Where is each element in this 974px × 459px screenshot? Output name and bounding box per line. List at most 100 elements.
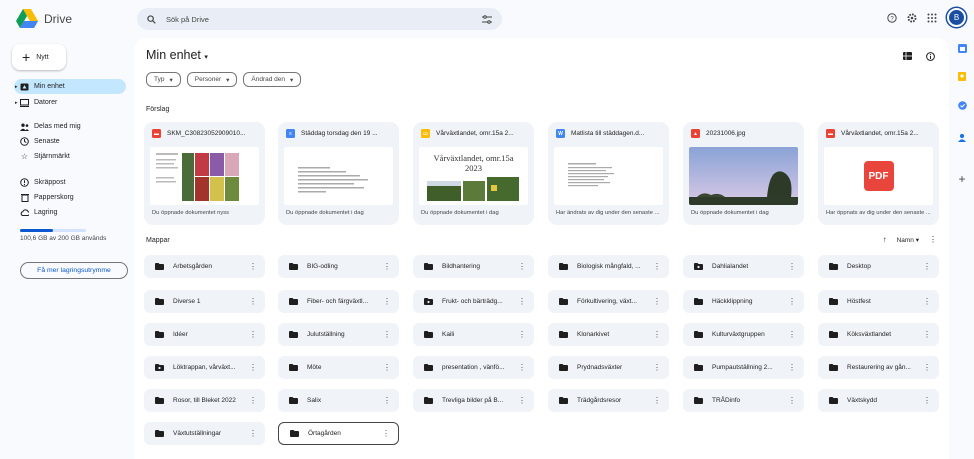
more-options-icon[interactable]: ⋮ <box>653 363 661 372</box>
folder-item[interactable]: Förkultivering, växt... ⋮ <box>548 290 669 313</box>
more-options-icon[interactable]: ⋮ <box>788 396 796 405</box>
more-options-icon[interactable]: ⋮ <box>518 330 526 339</box>
more-options-icon[interactable]: ⋮ <box>383 396 391 405</box>
more-options-icon[interactable]: ⋮ <box>518 396 526 405</box>
more-options-icon[interactable]: ⋮ <box>249 262 257 271</box>
more-options-icon[interactable]: ⋮ <box>383 363 391 372</box>
folder-item[interactable]: Växtutställningar ⋮ <box>144 422 265 445</box>
sidebar-item-recent[interactable]: Senaste <box>14 134 126 149</box>
folder-item[interactable]: Löktrappan, vårväxt... ⋮ <box>144 356 265 379</box>
folder-item[interactable]: Dahlialandet ⋮ <box>683 255 804 278</box>
add-addon-icon[interactable]: + <box>957 172 967 186</box>
help-icon[interactable]: ? <box>887 12 897 23</box>
sidebar-item-my-drive[interactable]: ▸ Min enhet <box>14 79 126 94</box>
expand-caret-icon[interactable]: ▸ <box>15 84 18 90</box>
sort-by-name-button[interactable]: Namn ▾ <box>897 236 919 244</box>
more-options-icon[interactable]: ⋮ <box>929 235 937 244</box>
folder-item[interactable]: Restaurering av gån... ⋮ <box>818 356 939 379</box>
folder-item[interactable]: TRÅDinfo ⋮ <box>683 389 804 412</box>
more-options-icon[interactable]: ⋮ <box>653 330 661 339</box>
more-options-icon[interactable]: ⋮ <box>249 297 257 306</box>
suggested-file-card[interactable]: W Matlista till städdagen.d... Har ändrat… <box>548 122 669 225</box>
folder-item[interactable]: Idéer ⋮ <box>144 323 265 346</box>
more-options-icon[interactable]: ⋮ <box>788 297 796 306</box>
more-options-icon[interactable]: ⋮ <box>923 262 931 271</box>
folder-item[interactable]: Bildhantering ⋮ <box>413 255 534 278</box>
folder-item[interactable]: Möte ⋮ <box>278 356 399 379</box>
keep-icon[interactable] <box>957 71 967 81</box>
settings-gear-icon[interactable] <box>907 13 917 23</box>
tasks-icon[interactable] <box>957 100 967 110</box>
calendar-icon[interactable] <box>957 43 967 53</box>
folder-item[interactable]: BIG-odling ⋮ <box>278 255 399 278</box>
search-input[interactable]: Sök på Drive <box>166 15 482 24</box>
suggested-file-card[interactable]: ▬ SKM_C30823052909010... Du öppnade dokum… <box>144 122 265 225</box>
search-bar[interactable]: Sök på Drive <box>137 8 502 30</box>
sidebar-item-shared[interactable]: Delas med mig <box>14 119 126 134</box>
more-options-icon[interactable]: ⋮ <box>518 297 526 306</box>
folder-item[interactable]: Salix ⋮ <box>278 389 399 412</box>
folder-item[interactable]: Prydnadsväxter ⋮ <box>548 356 669 379</box>
more-options-icon[interactable]: ⋮ <box>653 297 661 306</box>
folder-item[interactable]: Trädgårdsresor ⋮ <box>548 389 669 412</box>
new-button[interactable]: + Nytt <box>12 44 66 70</box>
more-options-icon[interactable]: ⋮ <box>249 396 257 405</box>
filter-modified-chip[interactable]: Ändrad den ▾ <box>243 72 302 87</box>
folder-item[interactable]: Diverse 1 ⋮ <box>144 290 265 313</box>
folder-item[interactable]: Klonarkivet ⋮ <box>548 323 669 346</box>
more-options-icon[interactable]: ⋮ <box>923 363 931 372</box>
drive-logo[interactable]: Drive <box>16 9 72 28</box>
folder-item[interactable]: Häckklippning ⋮ <box>683 290 804 313</box>
more-options-icon[interactable]: ⋮ <box>249 363 257 372</box>
folder-item[interactable]: Växtskydd ⋮ <box>818 389 939 412</box>
list-view-icon[interactable] <box>903 52 912 60</box>
more-options-icon[interactable]: ⋮ <box>249 429 257 438</box>
get-more-storage-button[interactable]: Få mer lagringsutrymme <box>20 262 128 279</box>
filter-people-chip[interactable]: Personer ▾ <box>186 72 238 87</box>
sidebar-item-starred[interactable]: ☆ Stjärnmärkt <box>14 149 126 164</box>
suggested-file-card[interactable]: ▬ Vårväxtlandet, omr.15a 2... PDF Har öpp… <box>818 122 939 225</box>
folder-item[interactable]: presentation , vänfö... ⋮ <box>413 356 534 379</box>
more-options-icon[interactable]: ⋮ <box>653 262 661 271</box>
info-icon[interactable] <box>926 52 935 61</box>
folder-item[interactable]: Pumpautställning 2... ⋮ <box>683 356 804 379</box>
sidebar-item-computers[interactable]: ▸ Datorer <box>14 95 126 110</box>
suggested-file-card[interactable]: ▲ 20231006.jpg Du öppnade dokumentet i da… <box>683 122 804 225</box>
folder-item[interactable]: Köksväxtlandet ⋮ <box>818 323 939 346</box>
folder-item[interactable]: Julutställning ⋮ <box>278 323 399 346</box>
search-icon[interactable] <box>147 14 156 24</box>
folder-item[interactable]: Trevliga bilder på B... ⋮ <box>413 389 534 412</box>
folder-item[interactable]: Örtagården ⋮ <box>278 422 399 445</box>
filter-type-chip[interactable]: Typ ▾ <box>146 72 181 87</box>
folder-item[interactable]: Frukt- och bärträdg... ⋮ <box>413 290 534 313</box>
more-options-icon[interactable]: ⋮ <box>923 396 931 405</box>
sidebar-item-storage[interactable]: Lagring <box>14 205 126 220</box>
more-options-icon[interactable]: ⋮ <box>923 330 931 339</box>
search-options-icon[interactable] <box>482 14 492 24</box>
folder-item[interactable]: Desktop ⋮ <box>818 255 939 278</box>
more-options-icon[interactable]: ⋮ <box>383 297 391 306</box>
sort-direction-arrow-icon[interactable]: ↑ <box>883 235 887 244</box>
sidebar-item-trash[interactable]: Papperskorg <box>14 190 126 205</box>
more-options-icon[interactable]: ⋮ <box>923 297 931 306</box>
more-options-icon[interactable]: ⋮ <box>788 330 796 339</box>
sidebar-item-spam[interactable]: Skräppost <box>14 175 126 190</box>
more-options-icon[interactable]: ⋮ <box>249 330 257 339</box>
more-options-icon[interactable]: ⋮ <box>383 262 391 271</box>
folder-item[interactable]: Fiber- och färgväxtl... ⋮ <box>278 290 399 313</box>
folder-item[interactable]: Biologisk mångfald, ... ⋮ <box>548 255 669 278</box>
more-options-icon[interactable]: ⋮ <box>382 429 390 438</box>
apps-grid-icon[interactable] <box>927 13 937 23</box>
more-options-icon[interactable]: ⋮ <box>518 363 526 372</box>
more-options-icon[interactable]: ⋮ <box>653 396 661 405</box>
more-options-icon[interactable]: ⋮ <box>788 262 796 271</box>
folder-item[interactable]: Rosor, till Bleket 2022 ⋮ <box>144 389 265 412</box>
suggested-file-card[interactable]: ▭ Vårväxtlandet, omr.15a 2... Vårväxtland… <box>413 122 534 225</box>
folder-item[interactable]: Höstfest ⋮ <box>818 290 939 313</box>
more-options-icon[interactable]: ⋮ <box>788 363 796 372</box>
more-options-icon[interactable]: ⋮ <box>518 262 526 271</box>
contacts-icon[interactable] <box>957 132 967 142</box>
folder-item[interactable]: Kaili ⋮ <box>413 323 534 346</box>
suggested-file-card[interactable]: ≡ Städdag torsdag den 19 ... Du öppnade d… <box>278 122 399 225</box>
folder-item[interactable]: Arbetsgården ⋮ <box>144 255 265 278</box>
